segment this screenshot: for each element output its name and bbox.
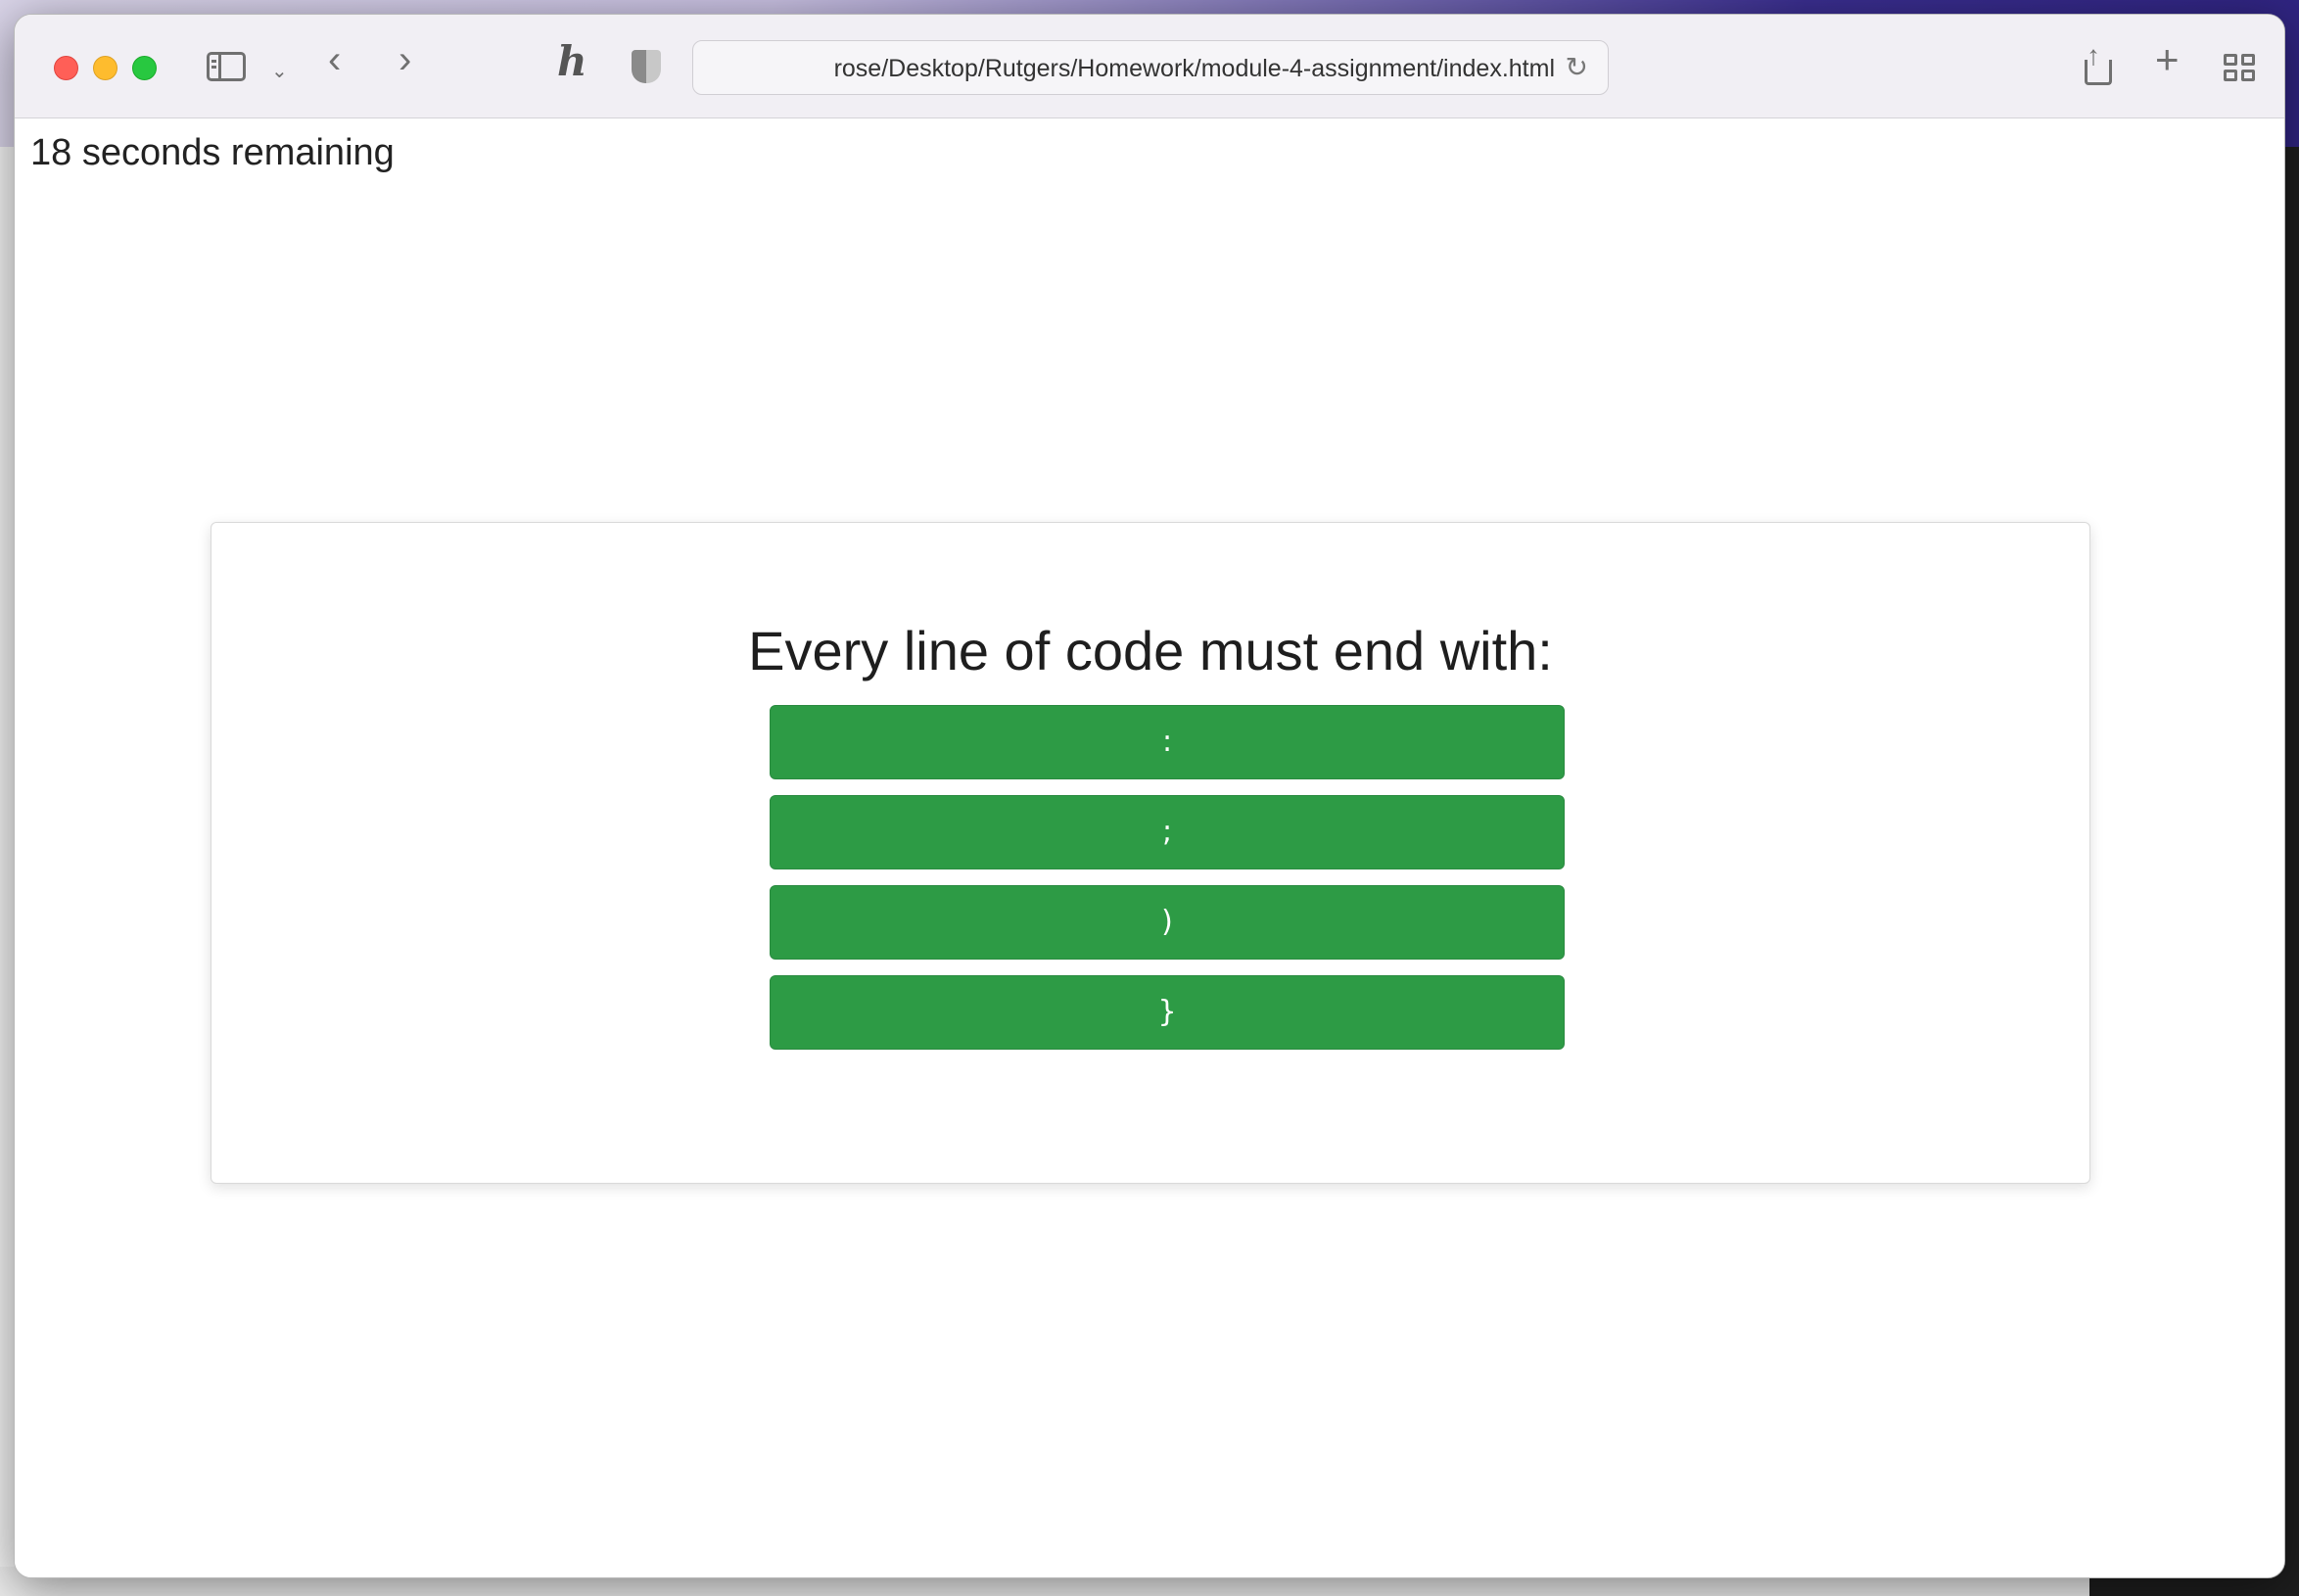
shield-icon[interactable] <box>632 50 661 83</box>
answer-button-4[interactable]: } <box>770 975 1565 1050</box>
tab-grid-icon[interactable] <box>2224 54 2257 83</box>
timer-text: 18 seconds remaining <box>30 132 395 173</box>
address-bar[interactable]: rose/Desktop/Rutgers/Homework/module-4-a… <box>692 40 1609 95</box>
share-arrow-icon: ↑ <box>2087 40 2100 70</box>
answer-button-2[interactable]: ; <box>770 795 1565 869</box>
address-url: rose/Desktop/Rutgers/Homework/module-4-a… <box>833 55 1555 82</box>
chevron-right-icon[interactable]: › <box>399 40 411 79</box>
quiz-card: Every line of code must end with: : ; ) … <box>211 522 2090 1184</box>
chevron-left-icon[interactable]: ‹ <box>328 40 341 79</box>
page-content: 18 seconds remaining Every line of code … <box>15 118 2284 1577</box>
honey-icon[interactable]: h <box>557 41 587 82</box>
question-title: Every line of code must end with: <box>748 620 1553 681</box>
chevron-down-icon[interactable]: ⌄ <box>271 54 288 89</box>
sidebar-icon[interactable] <box>207 52 246 81</box>
browser-window: ⌄ ‹ › h rose/Desktop/Rutgers/Homework/mo… <box>14 14 2285 1578</box>
answer-list: : ; ) } <box>770 705 1565 1065</box>
reload-icon[interactable]: ↻ <box>1566 51 1588 83</box>
browser-toolbar: ⌄ ‹ › h rose/Desktop/Rutgers/Homework/mo… <box>15 15 2284 118</box>
plus-icon[interactable]: + <box>2155 39 2180 80</box>
minimize-window-button[interactable] <box>93 56 117 80</box>
answer-button-1[interactable]: : <box>770 705 1565 779</box>
answer-button-3[interactable]: ) <box>770 885 1565 960</box>
fullscreen-window-button[interactable] <box>132 56 157 80</box>
close-window-button[interactable] <box>54 56 78 80</box>
